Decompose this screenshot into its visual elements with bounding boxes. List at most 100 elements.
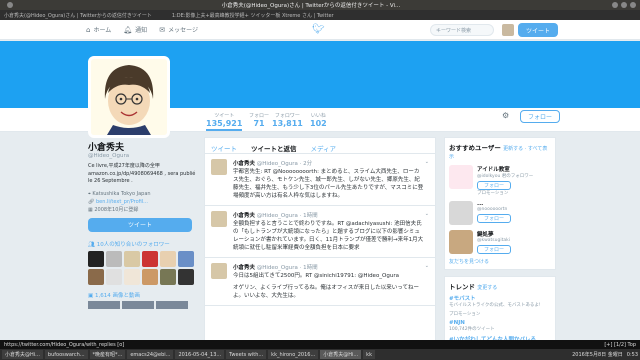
compose-tweet-label: ツイート [525,27,550,35]
follower-thumb[interactable] [124,250,140,267]
tweet-avatar[interactable] [211,263,227,279]
trend-name[interactable]: #モバスト [449,294,551,302]
taskbar-item[interactable]: emacs24@ebi... [127,350,174,359]
follow-button[interactable]: フォロー [520,110,560,123]
taskbar-item[interactable]: kk_hirono_2016... [268,350,319,359]
media-thumb[interactable] [88,300,120,309]
chevron-down-icon[interactable]: ⌄ [425,211,429,252]
link-icon: 🔗︎ [88,198,96,205]
promoted-label: プロモーション [477,191,509,196]
tweet-item[interactable]: 小倉秀夫 @Hideo_Ogura · 1時間 全額負担すると言うことで終わりで… [205,206,435,258]
follower-thumb[interactable] [142,268,158,285]
follower-thumb[interactable] [178,268,194,285]
follower-thumb[interactable] [106,250,122,267]
compose-tweet-button[interactable]: ツイート [518,23,558,37]
tab-tweets-and-replies[interactable]: ツイートと返信 [251,143,297,153]
suggested-user-avatar[interactable] [449,165,473,189]
chevron-down-icon[interactable]: ⌄ [425,263,429,300]
taskbar-item[interactable]: bufooswarch... [44,350,88,359]
suggested-user-avatar[interactable] [449,201,473,225]
chevron-down-icon[interactable]: ⌄ [425,159,429,200]
tweet-author-handle[interactable]: @Hideo_Ogura · 1時間 [257,213,318,219]
find-friends-link[interactable]: 友だちを見つける [449,258,551,265]
trend-item[interactable]: #モバスト モバイルストライクの公式、モバストあるよ! [449,294,551,308]
system-tray: 2016年5月8日 金曜日 0:53 [572,351,638,359]
profile-url-text[interactable]: ben.li/text_pr/Profil... [96,199,148,205]
taskbar-date[interactable]: 2016年5月8日 金曜日 [572,351,623,358]
trend-item[interactable]: プロモーション [449,311,551,317]
stat-following[interactable]: フォロー 71 [249,112,269,128]
gear-icon[interactable]: ⚙ [502,111,509,120]
suggested-follow-label: フォロー [483,183,504,189]
stat-followers[interactable]: フォロワー 13,811 [272,112,303,128]
taskbar-item[interactable]: Tweets with... [226,350,267,359]
profile-name[interactable]: 小倉秀夫 [88,140,198,153]
media-thumb[interactable] [122,300,154,309]
suggested-user-desc: @kwatsugitaki [477,238,510,243]
tab-media[interactable]: メディア [311,143,337,153]
tweet-author-name[interactable]: 小倉秀夫 [233,265,255,271]
tweet-item[interactable]: 小倉秀夫 @Hideo_Ogura · 2分 宇都宮先生: RT @Nooooo… [205,154,435,206]
stat-tweets[interactable]: ツイート 135,921 [206,112,243,131]
taskbar-item[interactable]: kk [363,350,375,359]
taskbar-item[interactable]: 小倉秀夫@Hi... [320,350,362,359]
close-icon[interactable] [630,2,636,8]
nav-notifications[interactable]: 🔔︎ 通知 [123,25,147,35]
minimize-icon[interactable] [612,2,618,8]
window-titlebar: 小倉秀夫(@Hideo_Ogura)さん | Twitterからの返信付きツイー… [0,0,640,10]
envelope-icon: ✉ [159,25,166,34]
suggested-user-avatar[interactable] [449,230,473,254]
status-position: [+] [1/2] Top [604,341,636,348]
tweet-item[interactable]: 小倉秀夫 @Hideo_Ogura · 1時間 今日は5組出てきて2500円。R… [205,258,435,306]
tweet-avatar[interactable] [211,211,227,227]
suggested-follow-button[interactable]: フォロー [477,214,511,223]
nav-messages[interactable]: ✉ メッセージ [159,25,198,35]
follow-button-label: フォロー [527,114,552,121]
taskbar-item[interactable]: *晩産有昭*... [89,350,126,359]
profile-handle[interactable]: @Hideo_Ogura [88,153,198,159]
taskbar-time[interactable]: 0:53 [627,352,638,358]
trends-change-link[interactable]: 変更する [477,285,497,291]
taskbar-item[interactable]: 2016-05-04_13... [175,350,225,359]
browser-tab-left[interactable]: 小倉秀夫(@Hideo_Ogura)さん | Twitterからの返信付きツイー… [4,12,152,19]
follower-thumb[interactable] [178,250,194,267]
media-thumb[interactable] [156,300,188,309]
follower-thumb[interactable] [160,268,176,285]
nav-home[interactable]: ⌂ ホーム [86,25,112,35]
stat-likes[interactable]: いいね 102 [310,112,327,128]
trend-item[interactable]: #NJN 100,742件のツイート [449,320,551,332]
tweet-author-handle[interactable]: @Hideo_Ogura · 1時間 [257,265,318,271]
suggested-user: ... @noooooortn フォロー [449,201,551,225]
maximize-icon[interactable] [621,2,627,8]
tweet-author-handle[interactable]: @Hideo_Ogura · 2分 [257,161,312,167]
tweet-author-name[interactable]: 小倉秀夫 [233,161,255,167]
follower-thumb[interactable] [142,250,158,267]
tweet-avatar[interactable] [211,159,227,175]
profile-url[interactable]: 🔗︎ ben.li/text_pr/Profil... [88,198,198,206]
profile-location-text: Katsushika Tokyo Japan [92,190,151,197]
follower-thumb[interactable] [124,268,140,285]
tweet-to-user-button[interactable]: ツイート [88,217,192,232]
taskbar-item[interactable]: 小倉秀夫@Hi... [2,350,43,359]
followers-you-know[interactable]: 👥︎ 10人の知り合いのフォロワー [88,240,198,248]
suggested-follow-button[interactable]: フォロー [477,245,511,254]
tab-tweets[interactable]: ツイート [211,143,237,153]
nav-home-label: ホーム [93,27,112,34]
tweet-author-name[interactable]: 小倉秀夫 [233,213,255,219]
profile-avatar[interactable] [88,56,170,138]
photos-videos-link[interactable]: ▣ 1,614 画像と動画 [88,291,198,299]
follower-thumb[interactable] [88,268,104,285]
browser-tab-right[interactable]: 1:DE:影像上夫+最高峰教授学経+ ツイッター板 Xtreme さん | Tw… [172,12,334,19]
suggested-user: 鍵処夢 @kwatsugitaki フォロー [449,230,551,254]
suggested-follow-button[interactable]: フォロー [477,181,511,190]
avatar[interactable] [502,24,514,36]
suggested-user-name[interactable]: アイドル教室 [477,165,533,173]
followers-you-know-label: 10人の知り合いのフォロワー [96,241,170,248]
follower-thumb[interactable] [160,250,176,267]
suggested-user-name[interactable]: 鍵処夢 [477,230,511,238]
follower-thumb[interactable] [106,268,122,285]
follower-thumb[interactable] [88,250,104,267]
twitter-bird-icon[interactable]: 🐦︎ [312,24,325,35]
people-icon: 👥︎ [88,241,97,248]
search-input[interactable]: キーワード検索 [430,24,494,36]
